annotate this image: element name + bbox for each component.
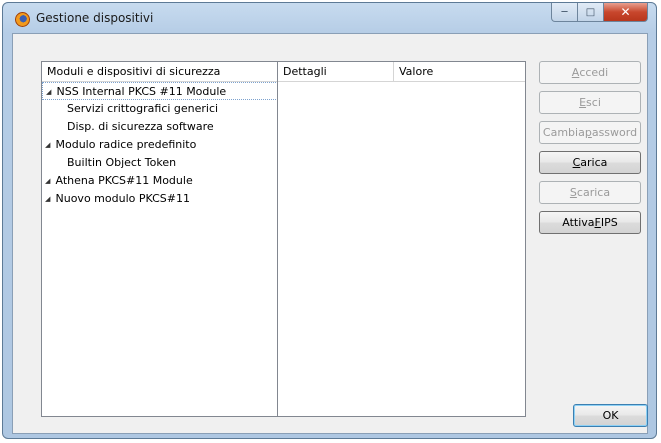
enable-fips-button[interactable]: Attiva F IPS xyxy=(539,211,641,234)
tree-item-nss-internal[interactable]: ◢ NSS Internal PKCS #11 Module xyxy=(42,82,278,100)
value-column-header[interactable]: Valore xyxy=(394,62,525,82)
security-modules-tree[interactable]: Moduli e dispositivi di sicurezza ◢ NSS … xyxy=(41,61,279,417)
tree-item-label: Builtin Object Token xyxy=(67,156,177,169)
expand-triangle-icon[interactable]: ◢ xyxy=(45,190,52,208)
details-column-header-label: Dettagli xyxy=(283,65,327,78)
tree-column-header[interactable]: Moduli e dispositivi di sicurezza xyxy=(42,62,278,82)
change-password-label-pre: Cambia xyxy=(542,126,585,139)
fips-button-label-pre: Attiva xyxy=(562,216,595,229)
change-password-accesskey: p xyxy=(584,126,592,139)
firefox-icon xyxy=(15,12,30,27)
details-list[interactable]: Dettagli Valore xyxy=(277,61,526,417)
tree-item-label: Servizi crittografici generici xyxy=(67,102,219,115)
tree-item-software-security-device[interactable]: Disp. di sicurezza software xyxy=(42,118,278,136)
window-title: Gestione dispositivi xyxy=(36,11,154,25)
logout-button[interactable]: Esci xyxy=(539,91,641,114)
dialog-window: Gestione dispositivi ─ □ ✕ Moduli e disp… xyxy=(2,2,657,439)
expand-triangle-icon[interactable]: ◢ xyxy=(45,172,52,190)
logout-button-accesskey: E xyxy=(579,96,587,109)
logout-button-label-post: sci xyxy=(586,96,601,109)
change-password-label-post: assword xyxy=(591,126,638,139)
tree-item-builtin-object-token[interactable]: Builtin Object Token xyxy=(42,154,278,172)
load-button-accesskey: C xyxy=(572,156,581,169)
maximize-button[interactable]: □ xyxy=(578,3,604,22)
tree-item-builtin-roots-module[interactable]: ◢ Modulo radice predefinito xyxy=(42,136,278,154)
login-button-accesskey: A xyxy=(571,66,580,79)
value-column-header-label: Valore xyxy=(399,65,434,78)
fips-button-label-post: IPS xyxy=(600,216,618,229)
login-button[interactable]: Accedi xyxy=(539,61,641,84)
tree-rows: ◢ NSS Internal PKCS #11 Module Servizi c… xyxy=(42,82,278,208)
tree-column-header-label: Moduli e dispositivi di sicurezza xyxy=(47,65,221,78)
tree-item-label: Disp. di sicurezza software xyxy=(67,120,214,133)
close-button[interactable]: ✕ xyxy=(604,3,648,22)
ok-button[interactable]: OK xyxy=(573,404,648,427)
tree-item-new-pkcs11-module[interactable]: ◢ Nuovo modulo PKCS#11 xyxy=(42,190,278,208)
minimize-icon: ─ xyxy=(561,6,568,18)
tree-item-label: Athena PKCS#11 Module xyxy=(55,174,193,187)
minimize-button[interactable]: ─ xyxy=(551,3,578,22)
details-column-header[interactable]: Dettagli xyxy=(278,62,394,82)
tree-item-label: Nuovo modulo PKCS#11 xyxy=(55,192,190,205)
dialog-client-area: Moduli e dispositivi di sicurezza ◢ NSS … xyxy=(12,33,648,434)
tree-item-generic-crypto-services[interactable]: Servizi crittografici generici xyxy=(42,100,278,118)
unload-button[interactable]: Scarica xyxy=(539,181,641,204)
unload-button-accesskey: S xyxy=(569,186,577,199)
tree-item-label: Modulo radice predefinito xyxy=(55,138,197,151)
load-button-label-post: arica xyxy=(580,156,608,169)
expand-triangle-icon[interactable]: ◢ xyxy=(46,83,53,101)
tree-item-athena-module[interactable]: ◢ Athena PKCS#11 Module xyxy=(42,172,278,190)
expand-triangle-icon[interactable]: ◢ xyxy=(45,136,52,154)
window-controls: ─ □ ✕ xyxy=(551,3,648,23)
tree-item-label: NSS Internal PKCS #11 Module xyxy=(56,85,227,98)
maximize-icon: □ xyxy=(585,6,596,18)
unload-button-label-post: carica xyxy=(576,186,611,199)
close-icon: ✕ xyxy=(620,5,631,19)
load-button[interactable]: Carica xyxy=(539,151,641,174)
login-button-label-post: ccedi xyxy=(579,66,609,79)
title-bar[interactable]: Gestione dispositivi ─ □ ✕ xyxy=(3,3,656,33)
ok-button-label: OK xyxy=(602,409,619,422)
change-password-button[interactable]: Cambia p assword xyxy=(539,121,641,144)
